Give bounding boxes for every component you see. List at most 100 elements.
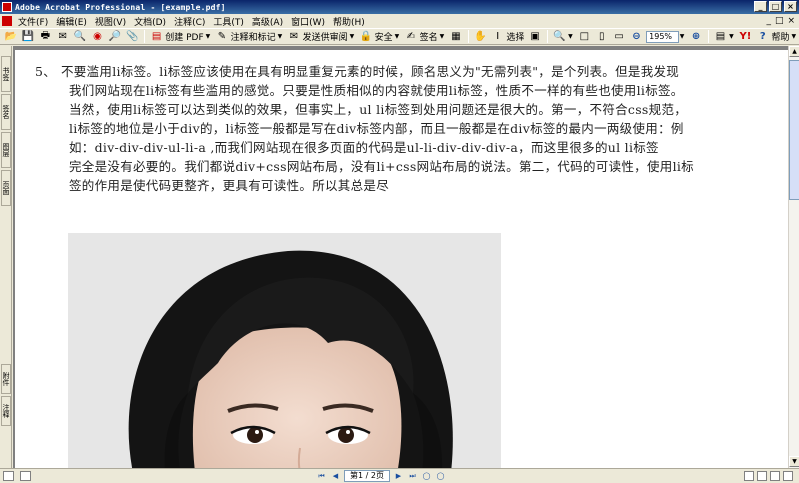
hand-tool-icon[interactable]: ✋: [474, 30, 487, 43]
previous-view-icon[interactable]: ◯: [421, 471, 432, 482]
create-pdf-button[interactable]: 创建 PDF: [165, 30, 203, 43]
acrobat-icon[interactable]: ◉: [91, 30, 104, 43]
minimize-button[interactable]: _: [754, 1, 767, 12]
save-icon[interactable]: 💾: [21, 30, 34, 43]
zoom-icon[interactable]: 🔍: [553, 30, 566, 43]
acrobat-app-icon: [2, 2, 12, 12]
nav-tab-signatures[interactable]: 签名: [1, 94, 11, 130]
email-icon[interactable]: ✉: [56, 30, 69, 43]
sign-button[interactable]: 签名: [420, 30, 438, 43]
menu-comments[interactable]: 注释(C): [170, 15, 209, 28]
chevron-down-icon[interactable]: ▼: [278, 33, 283, 40]
comment-markup-button[interactable]: 注释和标记: [231, 30, 276, 43]
document-paragraph: 5、 不要滥用li标签。li标签应该使用在具有明显重复元素的时候，顾名思义为"无需…: [35, 62, 775, 195]
open-icon[interactable]: 📂: [4, 30, 17, 43]
paragraph-line: 如：div-div-div-ul-li-a ,而我们网站现在很多页面的代码是ul…: [69, 140, 659, 155]
secure-button[interactable]: 安全: [375, 30, 393, 43]
fit-width-icon[interactable]: ▭: [612, 30, 625, 43]
nav-tab-pages[interactable]: 页面: [1, 170, 11, 206]
portrait-illustration: [68, 233, 501, 468]
form-icon[interactable]: ▦: [449, 30, 462, 43]
chevron-down-icon[interactable]: ▼: [440, 33, 445, 40]
page-thumbnail-icon[interactable]: [3, 471, 14, 481]
doc-minimize-button[interactable]: _: [766, 16, 771, 26]
chevron-down-icon[interactable]: ▼: [395, 33, 400, 40]
menu-bar: 文件(F) 编辑(E) 视图(V) 文档(D) 注释(C) 工具(T) 高级(A…: [0, 14, 799, 28]
doc-close-button[interactable]: ×: [787, 16, 795, 26]
facing-icon[interactable]: [770, 471, 780, 481]
toolbar-separator: [467, 30, 469, 43]
portrait-photo: [68, 233, 501, 468]
help-icon[interactable]: ?: [756, 30, 769, 43]
select-tool-icon[interactable]: I: [491, 30, 504, 43]
nav-tab-attachments[interactable]: 附件: [1, 364, 11, 394]
next-page-icon[interactable]: ▶: [393, 471, 404, 482]
chevron-down-icon[interactable]: ▼: [791, 33, 796, 40]
organizer-icon[interactable]: 🔍: [73, 30, 86, 43]
chevron-down-icon[interactable]: ▼: [568, 33, 573, 40]
menu-view[interactable]: 视图(V): [91, 15, 130, 28]
paragraph-body: 我们网站现在li标签有些滥用的感觉。只要是性质相似的内容就使用li标签，性质不一…: [35, 81, 775, 195]
paragraph-line: 签的作用是使代码更整齐，更具有可读性。所以其总是尽: [69, 178, 390, 193]
menu-advanced[interactable]: 高级(A): [248, 15, 287, 28]
window-controls: _ □ ×: [754, 1, 797, 12]
document-properties-icon[interactable]: [20, 471, 31, 481]
page-layout-controls: [744, 471, 793, 481]
paragraph-line: li标签的地位是小于div的，li标签一般都是写在div标签内部，而且一般都是在…: [69, 121, 684, 136]
search-icon[interactable]: 🔎: [108, 30, 121, 43]
status-bar: ⏮ ◀ 第1 / 2页 ▶ ⏭ ◯ ◯: [0, 468, 799, 483]
document-viewport[interactable]: 5、 不要滥用li标签。li标签应该使用在具有明显重复元素的时候，顾名思义为"无需…: [13, 46, 788, 468]
select-button[interactable]: 选择: [506, 30, 524, 43]
menu-help[interactable]: 帮助(H): [329, 15, 369, 28]
close-button[interactable]: ×: [784, 1, 797, 12]
scrollbar-thumb[interactable]: [789, 60, 799, 200]
acrobat-window: Adobe Acrobat Professional - [example.pd…: [0, 0, 799, 483]
attach-icon[interactable]: 📎: [126, 30, 139, 43]
continuous-icon[interactable]: [757, 471, 767, 481]
nav-tab-layers[interactable]: 图层: [1, 132, 11, 168]
page-number-field[interactable]: 第1 / 2页: [344, 470, 390, 482]
menu-window[interactable]: 窗口(W): [287, 15, 329, 28]
chevron-down-icon[interactable]: ▼: [206, 33, 211, 40]
print-icon[interactable]: 🖶: [39, 30, 52, 43]
zoom-out-icon[interactable]: ⊖: [630, 30, 643, 43]
yahoo-icon[interactable]: Y!: [739, 30, 752, 43]
send-review-icon[interactable]: ✉: [287, 30, 300, 43]
help-button[interactable]: 帮助: [771, 30, 789, 43]
chevron-down-icon[interactable]: ▼: [680, 33, 685, 40]
previous-page-icon[interactable]: ◀: [330, 471, 341, 482]
nav-tab-comments[interactable]: 注释: [1, 396, 11, 426]
menu-file[interactable]: 文件(F): [14, 15, 52, 28]
next-view-icon[interactable]: ◯: [435, 471, 446, 482]
menu-tools[interactable]: 工具(T): [209, 15, 248, 28]
last-page-icon[interactable]: ⏭: [407, 471, 418, 482]
sign-icon[interactable]: ✍: [404, 30, 417, 43]
menu-document[interactable]: 文档(D): [130, 15, 170, 28]
nav-tab-bookmarks[interactable]: 书签: [1, 56, 11, 92]
single-page-icon[interactable]: [744, 471, 754, 481]
chevron-down-icon[interactable]: ▼: [729, 33, 734, 40]
zoom-in-icon[interactable]: ⊕: [689, 30, 702, 43]
send-review-button[interactable]: 发送供审阅: [303, 30, 348, 43]
document-icon[interactable]: [2, 16, 12, 26]
snapshot-icon[interactable]: ▣: [528, 30, 541, 43]
navigation-panel: 书签 签名 图层 页面 附件 注释: [0, 46, 12, 468]
scroll-up-button[interactable]: ▲: [789, 46, 799, 57]
vertical-scrollbar[interactable]: ▲ ▼: [788, 46, 799, 468]
scroll-down-button[interactable]: ▼: [789, 456, 799, 467]
actual-size-icon[interactable]: □: [578, 30, 591, 43]
page-layout-icon[interactable]: ▤: [714, 30, 727, 43]
continuous-facing-icon[interactable]: [783, 471, 793, 481]
create-pdf-icon[interactable]: ▤: [150, 30, 163, 43]
doc-restore-button[interactable]: □: [775, 16, 784, 26]
fit-page-icon[interactable]: ▯: [595, 30, 608, 43]
comment-icon[interactable]: ✎: [215, 30, 228, 43]
maximize-button[interactable]: □: [769, 1, 782, 12]
chevron-down-icon[interactable]: ▼: [350, 33, 355, 40]
lock-icon[interactable]: 🔒: [359, 30, 372, 43]
first-page-icon[interactable]: ⏮: [316, 471, 327, 482]
zoom-level-input[interactable]: 195%: [646, 30, 679, 43]
menu-edit[interactable]: 编辑(E): [52, 15, 91, 28]
page-navigation: ⏮ ◀ 第1 / 2页 ▶ ⏭ ◯ ◯: [316, 470, 446, 482]
title-bar: Adobe Acrobat Professional - [example.pd…: [0, 0, 799, 14]
